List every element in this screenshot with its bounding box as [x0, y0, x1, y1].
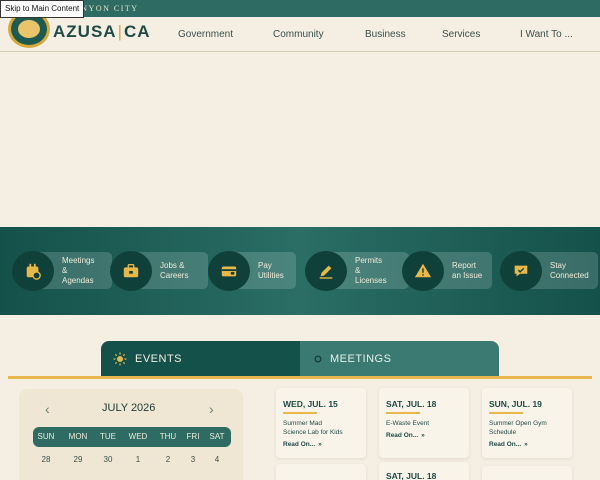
event-card[interactable] [482, 466, 572, 480]
date-underline [283, 412, 317, 414]
tab-meetings[interactable]: MEETINGS [300, 341, 499, 376]
warning-icon [402, 251, 444, 291]
weekday: SAT [209, 432, 225, 441]
nav-community[interactable]: Community [273, 29, 324, 40]
pencil-icon [305, 251, 347, 291]
briefcase-icon [110, 251, 152, 291]
event-date: SAT, JUL. 18 [386, 399, 437, 409]
calendar-day[interactable]: 28 [33, 455, 59, 464]
quick-link-label: Stay Connected [550, 260, 589, 280]
date-underline [489, 412, 523, 414]
logo-separator: | [117, 22, 123, 41]
nav-i-want-to[interactable]: I Want To ... [520, 29, 573, 40]
read-more-link[interactable]: Read On...» [283, 441, 322, 448]
quick-link-label: Jobs & Careers [160, 260, 189, 280]
quick-link-label: Permits & Licenses [355, 255, 387, 285]
event-card[interactable]: SUN, JUL. 19 Summer Open Gym Schedule Re… [482, 388, 572, 458]
calendar-day[interactable]: 3 [180, 455, 206, 464]
quick-link-label: Report an Issue [452, 260, 483, 280]
quick-link-label: Pay Utilities [258, 260, 284, 280]
event-date: SAT, JUL. 18 [386, 471, 437, 480]
weekday: TUE [100, 432, 116, 441]
double-chevron-right-icon: » [524, 441, 528, 448]
weekday: SUN [37, 432, 55, 441]
event-card[interactable]: WED, JUL. 15 Summer Mad Science Lab for … [276, 388, 366, 458]
tab-events[interactable]: EVENTS [101, 341, 300, 376]
event-title[interactable]: Summer Mad Science Lab for Kids [283, 419, 343, 437]
sun-icon [113, 352, 127, 365]
event-title[interactable]: E-Waste Event [386, 419, 429, 428]
calendar-month: JULY 2026 [102, 402, 156, 414]
event-date: SUN, JUL. 19 [489, 399, 542, 409]
top-bar: ANYON CITY [0, 0, 600, 17]
calendar-day[interactable]: 4 [204, 455, 230, 464]
logo-text-ca: CA [123, 22, 151, 41]
chevron-right-icon[interactable]: › [209, 401, 214, 417]
event-card[interactable]: SAT, JUL. 18 [379, 462, 469, 480]
tab-meetings-label: MEETINGS [330, 352, 392, 365]
event-card[interactable] [276, 464, 366, 480]
event-date: WED, JUL. 15 [283, 399, 338, 409]
meetings-icon [12, 251, 54, 291]
logo-text-azusa: AZUSA [53, 22, 117, 41]
skip-to-content-link[interactable]: Skip to Main Content [0, 0, 85, 18]
double-chevron-right-icon: » [421, 432, 425, 439]
calendar-day[interactable]: 30 [95, 455, 121, 464]
read-more-link[interactable]: Read On...» [489, 441, 528, 448]
weekday: FRI [186, 432, 200, 441]
weekday: WED [128, 432, 148, 441]
hero-area [0, 53, 600, 227]
calendar-day[interactable]: 2 [155, 455, 181, 464]
calendar-day[interactable]: 29 [65, 455, 91, 464]
nav-services[interactable]: Services [442, 29, 480, 40]
event-card[interactable]: SAT, JUL. 18 E-Waste Event Read On...» [379, 388, 469, 458]
chevron-left-icon[interactable]: ‹ [45, 401, 50, 417]
nav-business[interactable]: Business [365, 29, 406, 40]
double-chevron-right-icon: » [318, 441, 322, 448]
wallet-icon [208, 251, 250, 291]
date-underline [386, 412, 420, 414]
weekday: THU [159, 432, 177, 441]
weekday: MON [68, 432, 88, 441]
quick-link-label: Meetings & Agendas [62, 255, 95, 285]
site-logo[interactable]: AZUSA|CA [53, 22, 151, 42]
tab-events-label: EVENTS [135, 352, 183, 365]
nav-government[interactable]: Government [178, 29, 233, 40]
chat-icon [500, 251, 542, 291]
event-title[interactable]: Summer Open Gym Schedule [489, 419, 547, 437]
read-more-link[interactable]: Read On...» [386, 432, 425, 439]
circle-icon [314, 355, 322, 362]
calendar-day[interactable]: 1 [125, 455, 151, 464]
tab-divider [8, 376, 592, 379]
